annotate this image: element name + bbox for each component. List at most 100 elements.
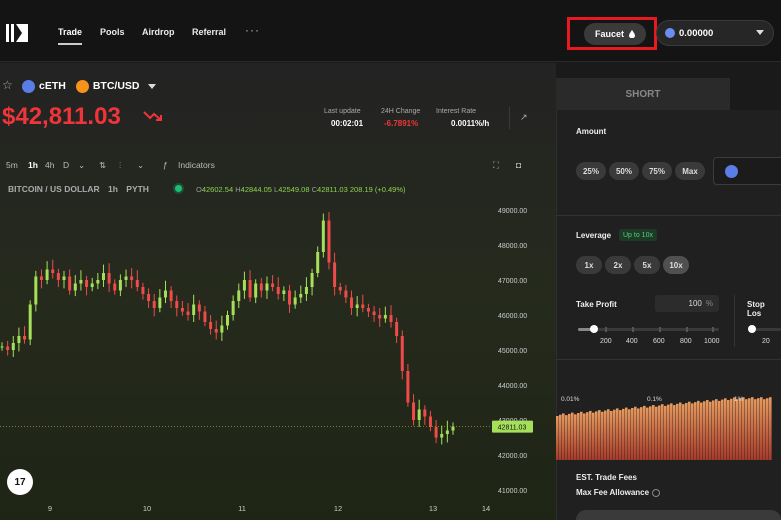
- chevron-down-icon[interactable]: ⌄: [78, 160, 85, 171]
- take-profit-input[interactable]: 100%: [655, 295, 719, 312]
- candle-body: [56, 273, 60, 280]
- max-fee-row: Max Fee Allowance: [576, 488, 661, 497]
- amount-75-button[interactable]: 75%: [642, 162, 672, 180]
- timeframe-1h[interactable]: 1h: [28, 160, 38, 170]
- depth-bar: [742, 397, 745, 460]
- faucet-button[interactable]: Faucet: [584, 23, 646, 45]
- candle-body: [101, 273, 105, 280]
- tab-long[interactable]: [730, 78, 781, 110]
- nav-referral[interactable]: Referral: [192, 27, 226, 37]
- fullscreen-icon[interactable]: ⛶: [493, 160, 499, 171]
- indicators-icon[interactable]: ƒ: [163, 160, 168, 170]
- ohlc-change: 208.19 (+0.49%): [349, 185, 406, 194]
- candle-body: [417, 409, 421, 420]
- divider: [509, 107, 510, 129]
- depth-bar: [721, 399, 724, 460]
- candle-body: [51, 269, 55, 273]
- leverage-2x-button[interactable]: 2x: [605, 256, 631, 274]
- depth-label: 1%: [734, 396, 744, 403]
- chevron-down-icon[interactable]: ⌄: [137, 160, 144, 171]
- x-tick-label: 11: [238, 504, 246, 513]
- candle-body: [412, 402, 416, 420]
- tradingview-logo[interactable]: 17: [7, 469, 33, 495]
- candle-body: [107, 273, 111, 284]
- candle-body: [361, 304, 365, 308]
- depth-bar: [739, 398, 742, 460]
- timeframe-5m[interactable]: 5m: [6, 160, 18, 170]
- depth-bar: [604, 410, 607, 460]
- faucet-label: Faucet: [594, 29, 624, 39]
- candle-body: [299, 294, 303, 298]
- y-tick-label: 48000.00: [498, 243, 527, 250]
- ohlc-low: 42549.08: [278, 185, 310, 194]
- stop-loss-slider-handle[interactable]: [748, 325, 756, 333]
- candle-body: [214, 329, 218, 333]
- candle-body: [152, 301, 156, 308]
- candle-body: [434, 427, 438, 438]
- depth-bar: [718, 400, 721, 460]
- candle-body: [451, 426, 455, 431]
- ohlc-high: 42844.05: [240, 185, 272, 194]
- depth-bar: [685, 402, 688, 460]
- candle-body: [265, 283, 269, 291]
- amount-25-button[interactable]: 25%: [576, 162, 606, 180]
- ceth-icon: [22, 79, 35, 93]
- fee-depth-chart: [556, 397, 772, 460]
- timeframe-4h[interactable]: 4h: [45, 160, 54, 170]
- candle-body: [327, 220, 331, 263]
- tp-tick-label: 400: [626, 338, 638, 345]
- candle-style-icon[interactable]: ⫶: [119, 160, 121, 171]
- amount-50-button[interactable]: 50%: [609, 162, 639, 180]
- leverage-5x-button[interactable]: 5x: [634, 256, 660, 274]
- submit-trade-button[interactable]: [576, 510, 781, 520]
- price-chart[interactable]: 49000.00 48000.00 47000.00 46000.00 45000.00…: [0, 195, 556, 520]
- candle-body: [445, 430, 449, 434]
- timeframe-d[interactable]: D: [63, 160, 69, 170]
- symbol-name: BITCOIN / US DOLLAR: [8, 184, 100, 194]
- y-tick-label: 45000.00: [498, 348, 527, 355]
- candle-body: [135, 280, 139, 287]
- drop-icon: [629, 30, 635, 38]
- depth-bar: [640, 407, 643, 460]
- amount-input[interactable]: [713, 157, 781, 185]
- nav-trade[interactable]: Trade: [58, 27, 82, 37]
- info-icon[interactable]: [652, 488, 661, 497]
- favorite-star-icon[interactable]: ☆: [2, 78, 13, 92]
- tab-short[interactable]: SHORT: [556, 78, 730, 110]
- nav-pools[interactable]: Pools: [100, 27, 125, 37]
- compare-icon[interactable]: ⇅: [99, 160, 106, 171]
- camera-icon[interactable]: ◘: [516, 160, 521, 170]
- depth-bar: [667, 404, 670, 460]
- leverage-10x-button[interactable]: 10x: [663, 256, 689, 274]
- btc-icon: [75, 79, 89, 93]
- take-profit-slider-handle[interactable]: [590, 325, 598, 333]
- pair-selector[interactable]: cETH BTC/USD: [22, 78, 156, 94]
- candle-body: [316, 252, 320, 273]
- candle-body: [23, 336, 27, 340]
- y-tick-label: 44000.00: [498, 383, 527, 390]
- candle-body: [28, 304, 32, 340]
- candle-body: [124, 276, 128, 280]
- candle-body: [226, 315, 229, 326]
- depth-bar: [727, 400, 730, 460]
- depth-bar: [736, 399, 739, 460]
- take-profit-slider-track[interactable]: [578, 328, 719, 331]
- app-logo[interactable]: [6, 22, 28, 44]
- candle-body: [73, 283, 77, 291]
- last-price-label: 42811.03: [498, 425, 527, 432]
- external-link-icon[interactable]: ↗: [520, 112, 528, 123]
- depth-bar: [682, 404, 685, 460]
- leverage-1x-button[interactable]: 1x: [576, 256, 602, 274]
- interest-value: 0.0011%/h: [451, 119, 490, 128]
- candle-body: [79, 280, 83, 284]
- amount-max-button[interactable]: Max: [675, 162, 705, 180]
- candle-body: [383, 315, 387, 319]
- more-menu-icon[interactable]: ···: [245, 23, 260, 37]
- candle-body: [62, 276, 66, 280]
- slider-tick: [712, 327, 714, 332]
- nav-airdrop[interactable]: Airdrop: [142, 27, 175, 37]
- depth-bar: [676, 403, 679, 460]
- wallet-balance-button[interactable]: 0.00000: [656, 20, 774, 46]
- indicators-button[interactable]: Indicators: [178, 160, 215, 170]
- candle-body: [237, 290, 241, 301]
